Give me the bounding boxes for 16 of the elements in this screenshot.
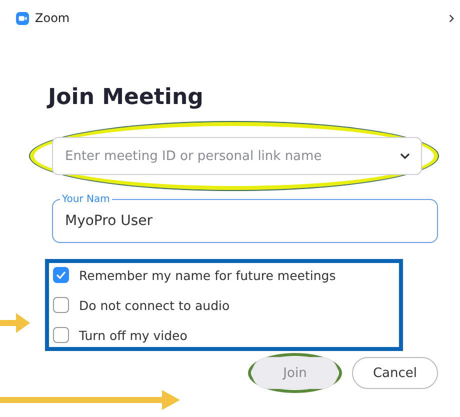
check-icon — [56, 271, 66, 279]
cancel-button[interactable]: Cancel — [352, 357, 438, 389]
checkbox[interactable] — [53, 297, 69, 313]
caret-icon[interactable] — [400, 153, 410, 159]
checkbox[interactable] — [53, 267, 69, 283]
meeting-id-field[interactable]: Enter meeting ID or personal link name — [52, 137, 422, 175]
field-label: Your Nam — [60, 194, 112, 205]
pointer-arrow — [0, 313, 30, 333]
option-label: Do not connect to audio — [79, 298, 230, 312]
page-heading: Join Meeting — [48, 84, 204, 112]
option-label: Remember my name for future meetings — [79, 268, 336, 282]
zoom-logo-icon — [16, 12, 29, 24]
chevron-icon[interactable] — [449, 14, 454, 22]
checkbox[interactable] — [53, 327, 69, 343]
window-title: Zoom — [35, 11, 70, 25]
option-label: Turn off my video — [79, 328, 188, 342]
